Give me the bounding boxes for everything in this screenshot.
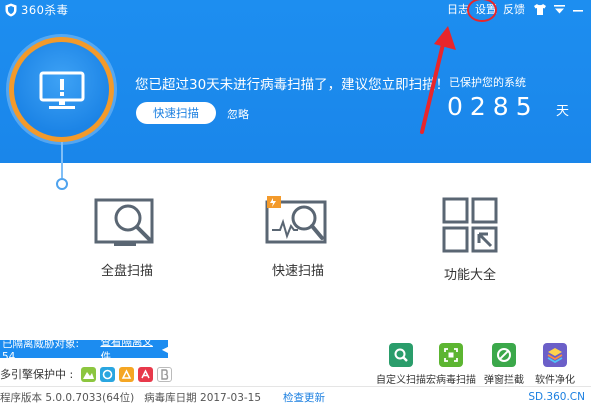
settings-label: 设置	[475, 3, 497, 16]
arrow-left-icon: ◀	[161, 344, 168, 354]
status-header: 360杀毒 日志 设置 反馈 您已超过30天未进行病毒扫描了，建议您立即扫描！ …	[0, 0, 591, 163]
skin-icon[interactable]	[533, 2, 547, 16]
software-clean-tool[interactable]: 软件净化	[531, 343, 579, 386]
function-grid-feature[interactable]: 功能大全	[435, 196, 505, 283]
engine-label: 多引擎保护中 :	[0, 368, 74, 381]
custom-scan-label: 自定义扫描	[376, 375, 426, 386]
macro-virus-label: 宏病毒扫描	[426, 375, 476, 386]
software-clean-label: 软件净化	[535, 375, 575, 386]
engine-bitdefender-icon[interactable]	[157, 366, 173, 382]
quick-scan-label: 快速扫描	[271, 264, 324, 279]
protected-label: 已保护您的系统	[449, 76, 526, 89]
popup-block-tool[interactable]: 弹窗拦截	[480, 343, 528, 386]
shield-logo-icon	[5, 3, 17, 17]
engine-qvm-icon[interactable]	[81, 366, 97, 382]
timeline-line	[61, 142, 63, 178]
protected-days: 0285	[447, 92, 539, 121]
custom-scan-icon	[389, 343, 413, 367]
full-scan-feature[interactable]: 全盘扫描	[92, 196, 162, 279]
function-grid-label: 功能大全	[443, 268, 496, 283]
program-version: 程序版本 5.0.0.7033(64位)	[0, 391, 135, 404]
quick-scan-icon	[265, 196, 327, 244]
full-scan-icon	[94, 198, 154, 246]
engine-status: 多引擎保护中 :	[0, 366, 173, 382]
engine-cloud-icon[interactable]	[100, 366, 116, 382]
annotation-arrow-icon	[420, 26, 456, 134]
app-logo: 360杀毒	[4, 2, 68, 18]
quick-scan-feature[interactable]: 快速扫描	[263, 196, 333, 279]
software-clean-icon	[543, 343, 567, 367]
engine-system-icon[interactable]	[119, 366, 135, 382]
full-scan-label: 全盘扫描	[100, 264, 153, 279]
ignore-link[interactable]: 忽略	[227, 106, 249, 122]
days-unit: 天	[556, 104, 570, 119]
macro-virus-icon	[439, 343, 463, 367]
status-circle	[9, 37, 114, 142]
popup-block-icon	[492, 343, 516, 367]
quarantine-bar: 已隔离威胁对象: 54 查看隔离文件 ◀	[0, 336, 168, 363]
log-link[interactable]: 日志	[444, 1, 472, 17]
quarantine-count: 已隔离威胁对象: 54	[2, 337, 80, 363]
settings-link[interactable]: 设置	[467, 0, 500, 22]
check-update-link[interactable]: 检查更新	[283, 390, 325, 405]
menu-icon[interactable]	[552, 2, 566, 16]
popup-block-label: 弹窗拦截	[484, 375, 524, 386]
monitor-warning-icon	[39, 71, 85, 109]
engine-avira-icon[interactable]	[138, 366, 154, 382]
virus-db-date: 病毒库日期 2017-03-15	[144, 391, 262, 404]
timeline-dot	[56, 178, 68, 190]
status-bar: 程序版本 5.0.0.7033(64位) 病毒库日期 2017-03-15 检查…	[0, 386, 591, 407]
top-toolbar: 日志 设置 反馈	[444, 0, 585, 22]
website-link[interactable]: SD.360.CN	[528, 391, 585, 403]
quick-scan-button[interactable]: 快速扫描	[136, 102, 216, 124]
custom-scan-tool[interactable]: 自定义扫描	[376, 343, 426, 386]
scan-warning-text: 您已超过30天未进行病毒扫描了，建议您立即扫描！	[135, 77, 450, 93]
feedback-link[interactable]: 反馈	[500, 1, 528, 17]
view-quarantine-link[interactable]: 查看隔离文件	[100, 334, 155, 364]
minimize-icon[interactable]	[571, 2, 585, 16]
function-grid-icon	[442, 197, 498, 253]
app-title: 360杀毒	[21, 3, 69, 17]
macro-virus-tool[interactable]: 宏病毒扫描	[426, 343, 476, 386]
